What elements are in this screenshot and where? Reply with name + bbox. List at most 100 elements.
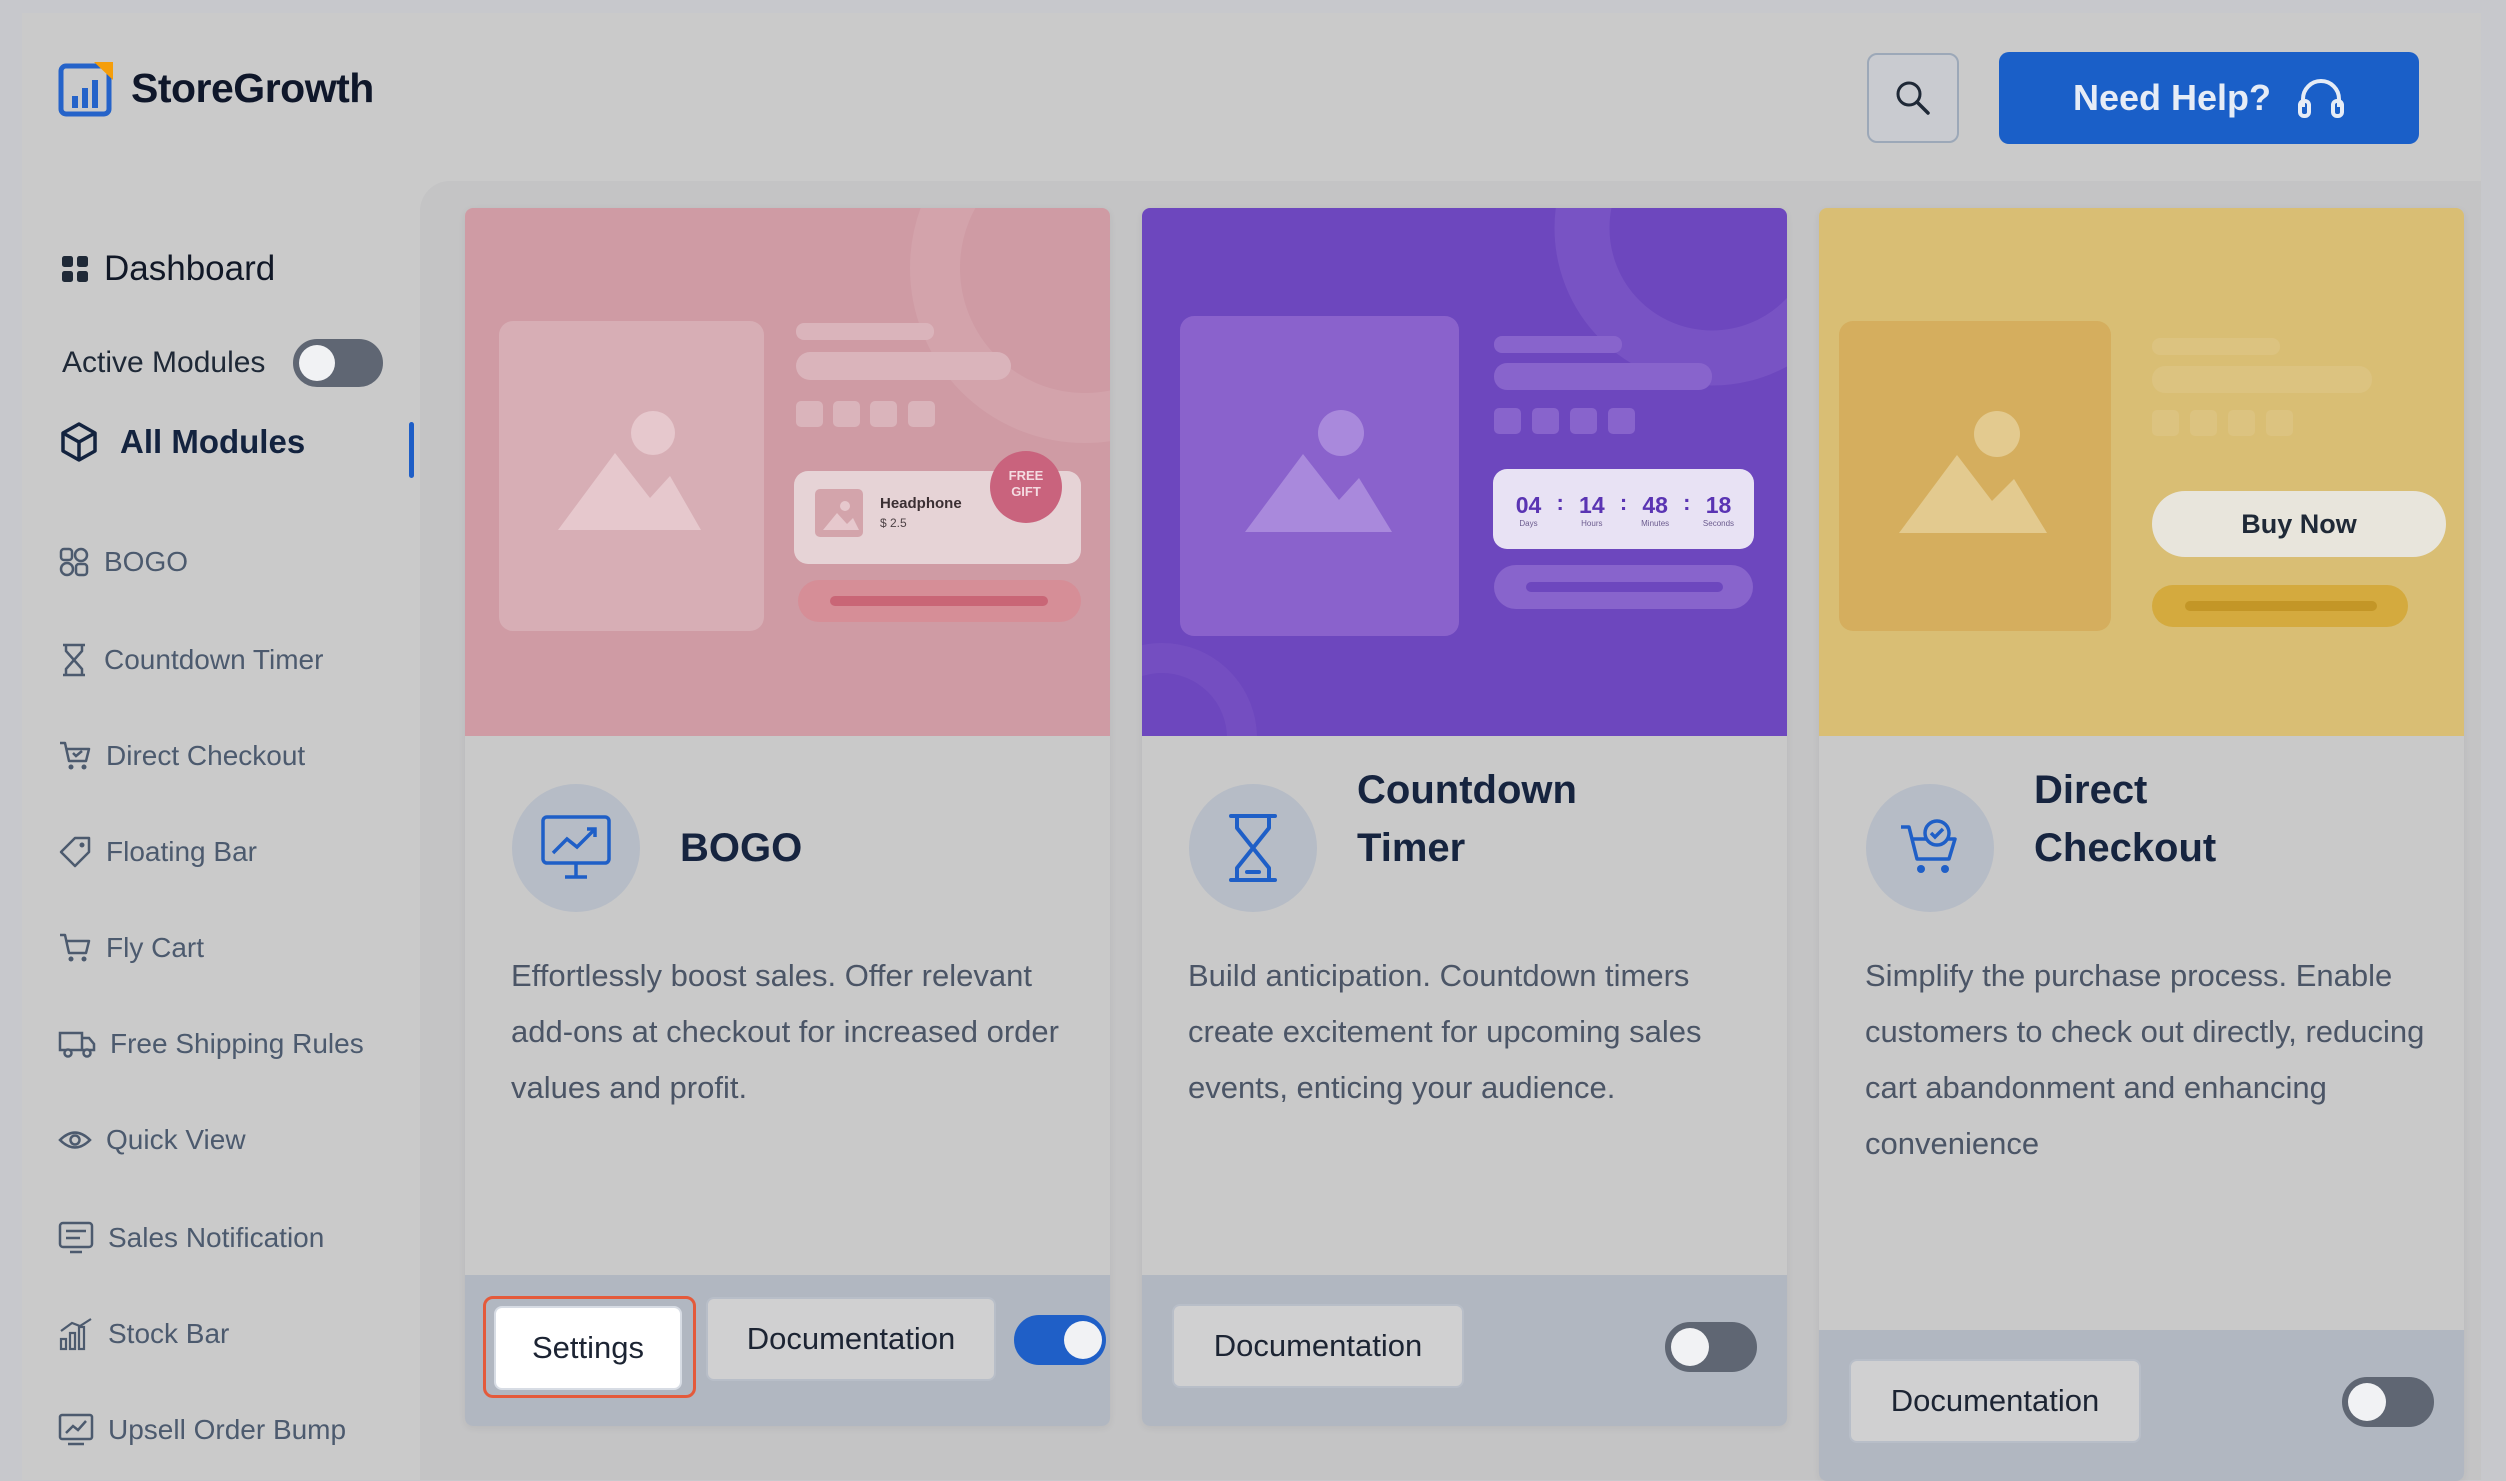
- cart-icon: [60, 933, 91, 962]
- notification-icon: [58, 1221, 94, 1254]
- documentation-button[interactable]: Documentation: [1849, 1359, 2141, 1443]
- sidebar-item-label: Countdown Timer: [104, 644, 324, 675]
- hero-free-gift-badge: FREE GIFT: [1008, 468, 1044, 499]
- sidebar-item-label: Quick View: [106, 1124, 246, 1155]
- active-modules-label: Active Modules: [62, 346, 266, 379]
- countdown-unit: Seconds: [1702, 518, 1735, 528]
- sidebar-item-label: Floating Bar: [106, 836, 257, 867]
- card-title: Countdown Timer: [1357, 768, 1577, 870]
- trend-icon: [58, 1413, 94, 1446]
- card-body: Direct Checkout Simplify the purchase pr…: [1819, 736, 2464, 1330]
- active-modules-row: Active Modules: [62, 339, 384, 387]
- countdown-value: 48: [1642, 491, 1668, 518]
- sidebar-item-direct-checkout[interactable]: Direct Checkout: [58, 739, 305, 773]
- card-title: BOGO: [680, 826, 803, 870]
- cart-check-icon: [1901, 819, 1957, 873]
- sidebar-dashboard[interactable]: Dashboard: [60, 249, 275, 289]
- card-description: Build anticipation. Countdown timers cre…: [1188, 958, 1702, 1105]
- sidebar-item-free-shipping-rules[interactable]: Free Shipping Rules: [58, 1028, 364, 1060]
- sidebar-item-floating-bar[interactable]: Floating Bar: [58, 835, 257, 869]
- sidebar-item-countdown-timer[interactable]: Countdown Timer: [58, 642, 323, 678]
- countdown-separator: :: [1683, 490, 1691, 515]
- countdown-display: 04 Days : 14 Hours : 48 Minutes : 18 Sec…: [1493, 469, 1754, 549]
- active-nav-indicator: [409, 422, 414, 478]
- sidebar-item-label: Upsell Order Bump: [108, 1414, 347, 1445]
- card-description: Effortlessly boost sales. Offer relevant…: [511, 958, 1059, 1105]
- module-card-countdown-timer: 04 Days : 14 Hours : 48 Minutes : 18 Sec…: [1142, 208, 1787, 1426]
- module-toggle-bogo[interactable]: [1014, 1315, 1106, 1365]
- eye-icon: [58, 1131, 92, 1149]
- module-card-bogo: Headphone $ 2.5 FREE GIFT BOGO Effortles…: [465, 208, 1110, 1426]
- need-help-label: Need Help?: [2072, 77, 2272, 118]
- card-title: Direct Checkout: [2034, 768, 2217, 870]
- countdown-unit: Days: [1519, 518, 1538, 528]
- need-help-button[interactable]: Need Help?: [1999, 52, 2419, 144]
- sidebar-all-modules[interactable]: All Modules: [60, 421, 305, 463]
- header: StoreGrowth Need Help?: [22, 13, 2481, 181]
- direct-checkout-preview-illustration: [1839, 321, 2446, 631]
- toggle-knob: [1671, 1328, 1709, 1366]
- sidebar-item-bogo[interactable]: BOGO: [58, 546, 188, 578]
- truck-icon: [58, 1031, 96, 1058]
- growth-chart-icon: [541, 815, 611, 879]
- countdown-separator: :: [1556, 490, 1564, 515]
- sidebar-item-upsell-order-bump[interactable]: Upsell Order Bump: [58, 1413, 346, 1447]
- card-footer: Settings Documentation: [465, 1275, 1110, 1426]
- all-modules-label: All Modules: [120, 423, 306, 460]
- countdown-unit: Hours: [1581, 518, 1603, 528]
- cart-check-icon: [60, 741, 91, 770]
- toggle-knob: [299, 345, 336, 381]
- card-body: BOGO Effortlessly boost sales. Offer rel…: [465, 736, 1110, 1275]
- sidebar-item-sales-notification[interactable]: Sales Notification: [58, 1221, 324, 1255]
- card-hero-bogo: Headphone $ 2.5 FREE GIFT: [465, 208, 1110, 736]
- sidebar: Dashboard Active Modules All Modules BOG…: [22, 181, 422, 1480]
- module-toggle-direct-checkout[interactable]: [2342, 1377, 2434, 1427]
- active-modules-toggle[interactable]: [293, 339, 384, 387]
- headset-icon: [2298, 79, 2345, 118]
- sidebar-item-fly-cart[interactable]: Fly Cart: [58, 931, 204, 965]
- cube-icon: [61, 422, 97, 462]
- sidebar-item-label: Stock Bar: [108, 1318, 230, 1349]
- card-icon-bg: [512, 784, 640, 912]
- countdown-minutes: 48 Minutes: [1633, 491, 1677, 528]
- module-toggle-countdown-timer[interactable]: [1665, 1322, 1757, 1372]
- countdown-value: 14: [1579, 491, 1605, 518]
- card-footer: Documentation: [1142, 1275, 1787, 1426]
- countdown-value: 04: [1515, 491, 1542, 518]
- card-icon-bg: [1866, 784, 1994, 912]
- storegrowth-logo-icon: [58, 62, 113, 117]
- hourglass-icon: [1229, 814, 1277, 882]
- toggle-knob: [1064, 1321, 1102, 1359]
- dashboard-label: Dashboard: [104, 249, 276, 288]
- documentation-button[interactable]: Documentation: [1172, 1304, 1464, 1388]
- toggle-knob: [2348, 1383, 2386, 1421]
- brand-name: StoreGrowth: [131, 65, 374, 111]
- settings-button[interactable]: Settings: [494, 1306, 682, 1390]
- sidebar-item-label: Fly Cart: [106, 932, 204, 963]
- sidebar-item-stock-bar[interactable]: Stock Bar: [58, 1317, 229, 1351]
- card-body: Countdown Timer Build anticipation. Coun…: [1142, 736, 1787, 1275]
- countdown-hours: 14 Hours: [1570, 491, 1614, 528]
- sidebar-item-label: Free Shipping Rules: [110, 1028, 364, 1059]
- card-hero-direct-checkout: Buy Now: [1819, 208, 2464, 736]
- tag-icon: [59, 836, 91, 868]
- card-description: Simplify the purchase process. Enable cu…: [1865, 958, 2425, 1161]
- documentation-button[interactable]: Documentation: [706, 1297, 996, 1381]
- hourglass-icon: [63, 643, 85, 677]
- brand-logo[interactable]: StoreGrowth: [58, 60, 374, 117]
- bar-chart-icon: [59, 1318, 92, 1351]
- sidebar-item-quick-view[interactable]: Quick View: [58, 1124, 246, 1156]
- sidebar-item-label: Direct Checkout: [106, 740, 306, 771]
- module-card-direct-checkout: Buy Now Direct Checkout Simplify the pur…: [1819, 208, 2464, 1481]
- search-button[interactable]: [1867, 53, 1959, 143]
- bogo-icon: [59, 547, 89, 577]
- search-icon: [1896, 81, 1930, 115]
- sidebar-item-label: BOGO: [104, 546, 189, 577]
- hero-product-price: $ 2.5: [880, 516, 907, 530]
- countdown-separator: :: [1619, 490, 1628, 515]
- card-hero-countdown: 04 Days : 14 Hours : 48 Minutes : 18 Sec…: [1142, 208, 1787, 736]
- card-icon-bg: [1189, 784, 1317, 912]
- hero-product-name: Headphone: [880, 495, 962, 512]
- countdown-unit: Minutes: [1641, 518, 1670, 528]
- card-footer: Documentation: [1819, 1330, 2464, 1481]
